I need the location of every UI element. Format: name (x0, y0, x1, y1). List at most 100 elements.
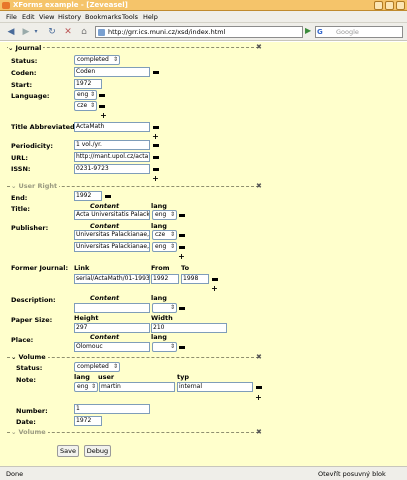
user-right-section-toggle[interactable]: ⌄ User Right (11, 182, 60, 190)
add-issn-icon[interactable]: + (152, 175, 159, 183)
former-link-field[interactable]: serial/ActaMath/01-1993-1 (74, 274, 150, 284)
remove-issn-icon[interactable] (153, 168, 159, 171)
url-field[interactable]: http://mant.upol.cz/acta (74, 152, 150, 162)
add-note-icon[interactable]: + (255, 394, 262, 402)
reload-icon[interactable]: ↻ (46, 26, 58, 38)
status-bar: Done Otevřít posuvný blok (0, 466, 407, 480)
remove-publisher-icon[interactable] (179, 246, 185, 249)
forward-icon[interactable]: ▶ (20, 26, 32, 38)
remove-former-journal-icon[interactable] (212, 278, 218, 281)
description-label: Description: (11, 296, 56, 304)
menu-history[interactable]: History (58, 13, 81, 21)
paper-size-label: Paper Size: (11, 316, 53, 324)
place-lang-select[interactable] (152, 342, 177, 352)
stop-icon[interactable]: ✕ (62, 26, 74, 38)
remove-place-icon[interactable] (179, 346, 185, 349)
description-lang-select[interactable] (152, 303, 177, 313)
remove-description-icon[interactable] (179, 307, 185, 310)
former-from-field[interactable]: 1992 (151, 274, 179, 284)
menu-help[interactable]: Help (143, 13, 158, 21)
navigation-toolbar: ◀ ▶ ▾ ↻ ✕ ⌂ http://grr.ics.muni.cz/xsd/i… (0, 23, 407, 41)
add-title-abbreviated-icon[interactable]: + (152, 133, 159, 141)
note-typ-field[interactable]: internal (177, 382, 253, 392)
typ-column-header: typ (177, 373, 189, 381)
content-column-header: Content (90, 333, 120, 341)
publisher-lang-select[interactable]: eng (152, 242, 177, 252)
back-icon[interactable]: ◀ (5, 26, 17, 38)
volume-footer-toggle[interactable]: ⌄ Volume (11, 428, 48, 436)
debug-button[interactable]: Debug (84, 445, 111, 457)
note-user-field[interactable]: martin (99, 382, 175, 392)
paper-width-field[interactable]: 210 (151, 323, 227, 333)
add-language-icon[interactable]: + (100, 112, 107, 120)
volume-status-select[interactable]: completed (74, 362, 120, 372)
dropdown-icon[interactable]: ▾ (33, 26, 39, 38)
publisher-content-field[interactable]: Universitas Palackianae, Olo (74, 242, 150, 252)
menu-view[interactable]: View (39, 13, 54, 21)
status-select[interactable]: completed (74, 55, 120, 65)
remove-title-icon[interactable] (179, 214, 185, 217)
add-former-journal-icon[interactable]: + (211, 285, 218, 293)
remove-coden-icon[interactable] (153, 71, 159, 74)
google-icon: G (317, 28, 323, 36)
remove-url-icon[interactable] (153, 156, 159, 159)
start-field[interactable]: 1972 (74, 79, 102, 89)
close-icon[interactable]: ✖ (256, 353, 262, 361)
page-icon (98, 29, 105, 36)
remove-language-icon[interactable] (99, 105, 105, 108)
former-to-field[interactable]: 1998 (181, 274, 209, 284)
menu-tools[interactable]: Tools (122, 13, 138, 21)
menu-bar: File Edit View History Bookmarks Tools H… (0, 11, 407, 23)
close-window-button[interactable] (396, 1, 405, 10)
add-publisher-icon[interactable]: + (178, 253, 185, 261)
go-icon[interactable]: ▶ (305, 26, 315, 38)
link-column-header: Link (74, 264, 90, 272)
title-content-field[interactable]: Acta Universitatis Palackianae (74, 210, 150, 220)
status-popup-text[interactable]: Otevřít posuvný blok (318, 470, 386, 478)
note-lang-select[interactable]: eng (74, 382, 98, 392)
end-field[interactable]: 1992 (74, 191, 102, 201)
close-icon[interactable]: ✖ (256, 182, 262, 190)
volume-section-toggle[interactable]: ⌄ Volume (11, 353, 48, 361)
periodicity-field[interactable]: 1 vol./yr. (74, 140, 150, 150)
lang-column-header: lang (151, 222, 167, 230)
url-bar[interactable]: http://grr.ics.muni.cz/xsd/index.html (95, 26, 303, 38)
number-field[interactable]: 1 (74, 404, 150, 414)
close-icon[interactable]: ✖ (256, 43, 262, 51)
publisher-lang-select[interactable]: cze (152, 230, 177, 240)
paper-height-field[interactable]: 297 (74, 323, 150, 333)
menu-bookmarks[interactable]: Bookmarks (85, 13, 121, 21)
language-select-2[interactable]: cze (74, 101, 97, 111)
title-lang-select[interactable]: eng (152, 210, 177, 220)
periodicity-label: Periodicity: (11, 142, 53, 150)
remove-end-icon[interactable] (105, 195, 111, 198)
close-icon[interactable]: ✖ (256, 428, 262, 436)
remove-note-icon[interactable] (256, 386, 262, 389)
home-icon[interactable]: ⌂ (78, 26, 90, 38)
journal-section-toggle[interactable]: ⌄ Journal (8, 44, 44, 52)
issn-field[interactable]: 0231-9723 (74, 164, 150, 174)
number-label: Number: (16, 407, 48, 415)
language-select-1[interactable]: eng (74, 90, 97, 100)
remove-title-abbreviated-icon[interactable] (153, 126, 159, 129)
description-content-field[interactable] (74, 303, 150, 313)
place-content-field[interactable]: Olomouc (74, 342, 150, 352)
remove-publisher-icon[interactable] (179, 234, 185, 237)
save-button[interactable]: Save (57, 445, 79, 457)
maximize-button[interactable] (385, 1, 394, 10)
title-abbreviated-field[interactable]: ActaMath (74, 122, 150, 132)
to-column-header: To (181, 264, 190, 272)
chevron-down-icon: ⌄ (11, 353, 17, 361)
user-column-header: user (98, 373, 115, 381)
remove-periodicity-icon[interactable] (153, 144, 159, 147)
status-text: Done (6, 470, 24, 478)
date-field[interactable]: 1972 (74, 416, 102, 426)
publisher-label: Publisher: (11, 224, 49, 232)
coden-field[interactable]: Coden (74, 67, 150, 77)
minimize-button[interactable] (374, 1, 383, 10)
menu-file[interactable]: File (6, 13, 17, 21)
remove-language-icon[interactable] (99, 94, 105, 97)
search-input[interactable]: G Google (315, 26, 403, 38)
publisher-content-field[interactable]: Universitas Palackianae, Olo (74, 230, 150, 240)
menu-edit[interactable]: Edit (22, 13, 35, 21)
